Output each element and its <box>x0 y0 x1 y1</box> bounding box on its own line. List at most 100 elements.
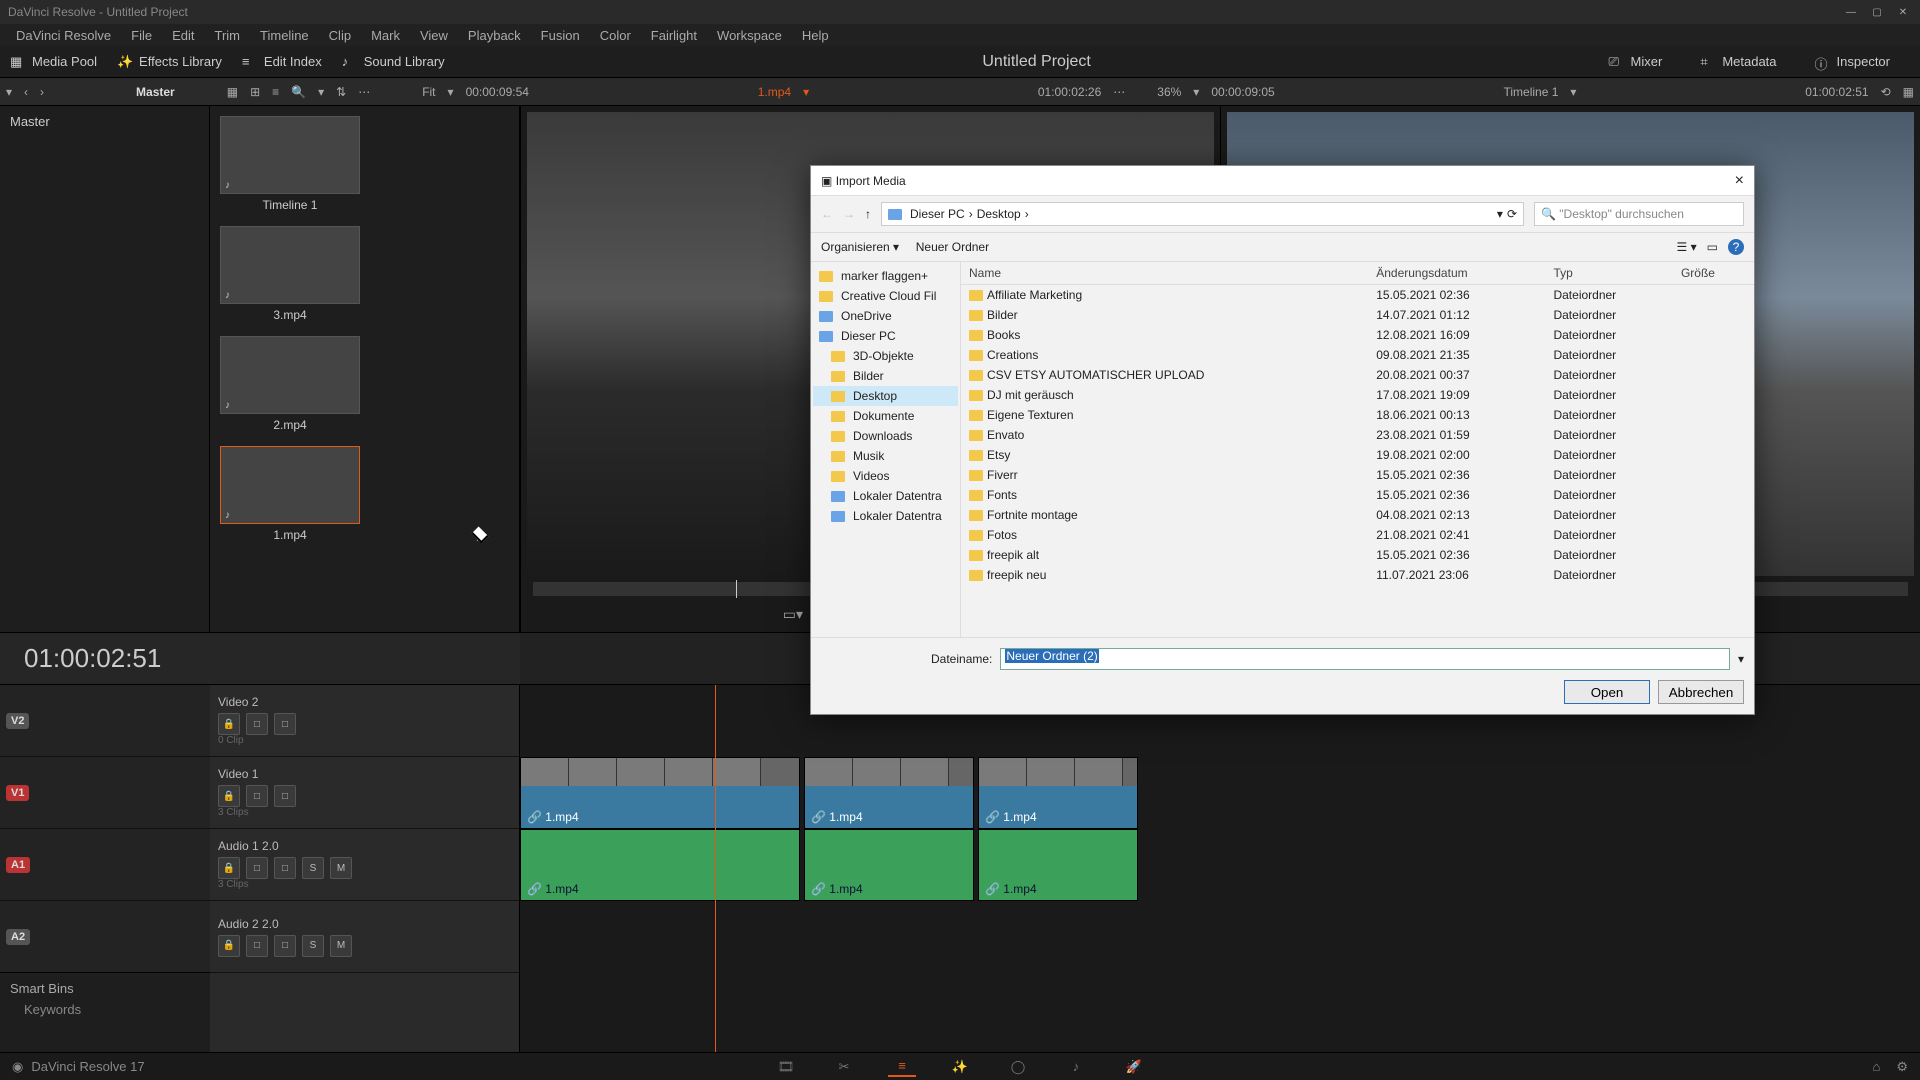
effects-library-button[interactable]: ✨Effects Library <box>117 54 222 70</box>
tree-item[interactable]: Musik <box>813 446 958 466</box>
sound-library-button[interactable]: ♪Sound Library <box>342 54 445 70</box>
track-index[interactable]: A1 <box>0 829 210 901</box>
media-pool-button[interactable]: ▦Media Pool <box>10 54 97 70</box>
nav-forward-icon[interactable]: → <box>843 207 855 221</box>
inspector-button[interactable]: ⓘInspector <box>1815 54 1890 70</box>
file-row[interactable]: Eigene Texturen18.06.2021 00:13Dateiordn… <box>961 405 1754 425</box>
timeline-name[interactable]: Timeline 1 <box>1497 85 1564 99</box>
page-tab[interactable]: 🚀 <box>1120 1057 1148 1077</box>
track-button[interactable]: 🔒 <box>218 857 240 879</box>
mixer-button[interactable]: ⎚Mixer <box>1609 54 1663 70</box>
rec-more-icon[interactable]: ▦ <box>1897 85 1920 99</box>
bin-dropdown[interactable]: ▾ <box>0 85 18 99</box>
help-button[interactable]: ? <box>1728 239 1744 255</box>
track-header[interactable]: Video 1🔒□□3 Clips <box>210 757 519 829</box>
tree-item[interactable]: Dokumente <box>813 406 958 426</box>
file-row[interactable]: Fortnite montage04.08.2021 02:13Dateiord… <box>961 505 1754 525</box>
menu-fusion[interactable]: Fusion <box>531 28 590 43</box>
menu-playback[interactable]: Playback <box>458 28 531 43</box>
tree-item[interactable]: Downloads <box>813 426 958 446</box>
src-more-icon[interactable]: ⋯ <box>1107 85 1131 99</box>
tree-item[interactable]: Videos <box>813 466 958 486</box>
file-row[interactable]: CSV ETSY AUTOMATISCHER UPLOAD20.08.2021 … <box>961 365 1754 385</box>
search-box[interactable]: 🔍 "Desktop" durchsuchen <box>1534 202 1744 226</box>
bin-master[interactable]: Master <box>10 114 199 129</box>
track-button[interactable]: □ <box>274 857 296 879</box>
column-header[interactable]: Typ <box>1545 262 1672 285</box>
bypass-icon[interactable]: ⟲ <box>1875 85 1897 99</box>
audio-clip[interactable]: 🔗 1.mp4 <box>978 829 1138 901</box>
view-mode-button[interactable]: ☰ <box>1677 240 1688 254</box>
sort-icon[interactable]: ⇅ <box>330 85 352 99</box>
file-row[interactable]: Affiliate Marketing15.05.2021 02:36Datei… <box>961 285 1754 306</box>
cancel-button[interactable]: Abbrechen <box>1658 680 1744 704</box>
filename-input[interactable]: Neuer Ordner (2) <box>1000 648 1730 670</box>
close-icon[interactable]: ✕ <box>1894 5 1912 19</box>
refresh-icon[interactable]: ⟳ <box>1507 207 1517 221</box>
clip-thumbnail[interactable]: Timeline 1 <box>220 116 360 212</box>
dialog-close-button[interactable]: × <box>1735 172 1744 190</box>
track-index[interactable]: V1 <box>0 757 210 829</box>
menu-mark[interactable]: Mark <box>361 28 410 43</box>
menu-davinci-resolve[interactable]: DaVinci Resolve <box>6 28 121 43</box>
src-fit[interactable]: Fit <box>416 85 441 99</box>
clip-thumbnail[interactable]: 2.mp4 <box>220 336 360 432</box>
video-clip[interactable]: 🔗 1.mp4 <box>804 757 974 829</box>
file-list[interactable]: NameÄnderungsdatumTypGröße Affiliate Mar… <box>961 262 1754 637</box>
playhead[interactable] <box>715 685 716 1052</box>
clip-grid[interactable]: Timeline 13.mp42.mp41.mp4 <box>210 106 519 632</box>
filename-dropdown-icon[interactable]: ▾ <box>1738 652 1744 666</box>
tree-item[interactable]: Lokaler Datentra <box>813 506 958 526</box>
page-tab[interactable]: 🎞 <box>772 1057 800 1077</box>
new-folder-button[interactable]: Neuer Ordner <box>916 240 989 254</box>
menu-workspace[interactable]: Workspace <box>707 28 792 43</box>
clip-thumbnail[interactable]: 1.mp4 <box>220 446 360 542</box>
page-tab[interactable]: ≡ <box>888 1057 916 1077</box>
tree-item[interactable]: Dieser PC <box>813 326 958 346</box>
audio-clip[interactable]: 🔗 1.mp4 <box>804 829 974 901</box>
track-button[interactable]: S <box>302 935 324 957</box>
file-row[interactable]: Creations09.08.2021 21:35Dateiordner <box>961 345 1754 365</box>
view-thumbs-icon[interactable]: ▦ <box>221 85 244 99</box>
track-header[interactable]: Video 2🔒□□0 Clip <box>210 685 519 757</box>
audio-clip[interactable]: 🔗 1.mp4 <box>520 829 800 901</box>
menu-view[interactable]: View <box>410 28 458 43</box>
tree-item[interactable]: OneDrive <box>813 306 958 326</box>
track-button[interactable]: □ <box>274 935 296 957</box>
folder-tree[interactable]: marker flaggen+Creative Cloud FilOneDriv… <box>811 262 961 637</box>
organize-button[interactable]: Organisieren ▾ <box>821 240 899 254</box>
file-row[interactable]: Envato23.08.2021 01:59Dateiordner <box>961 425 1754 445</box>
menu-file[interactable]: File <box>121 28 162 43</box>
menu-edit[interactable]: Edit <box>162 28 204 43</box>
smart-bin-keywords[interactable]: Keywords <box>10 1002 200 1017</box>
address-bar[interactable]: Dieser PC› Desktop› ▾ ⟳ <box>881 202 1524 226</box>
file-row[interactable]: DJ mit geräusch17.08.2021 19:09Dateiordn… <box>961 385 1754 405</box>
page-tab[interactable]: ✨ <box>946 1057 974 1077</box>
track-index[interactable]: A2 <box>0 901 210 973</box>
file-row[interactable]: freepik alt15.05.2021 02:36Dateiordner <box>961 545 1754 565</box>
menu-help[interactable]: Help <box>792 28 839 43</box>
file-row[interactable]: Books12.08.2021 16:09Dateiordner <box>961 325 1754 345</box>
preview-pane-button[interactable]: ▭ <box>1707 240 1718 254</box>
timeline-timecode[interactable]: 01:00:02:51 <box>0 643 520 674</box>
file-row[interactable]: Etsy19.08.2021 02:00Dateiordner <box>961 445 1754 465</box>
src-clip-name[interactable]: 1.mp4 <box>752 85 797 99</box>
video-clip[interactable]: 🔗 1.mp4 <box>520 757 800 829</box>
minimize-icon[interactable]: — <box>1842 5 1860 19</box>
file-row[interactable]: freepik neu11.07.2021 23:06Dateiordner <box>961 565 1754 585</box>
column-header[interactable]: Änderungsdatum <box>1368 262 1545 285</box>
tree-item[interactable]: Creative Cloud Fil <box>813 286 958 306</box>
menu-fairlight[interactable]: Fairlight <box>641 28 707 43</box>
file-row[interactable]: Fonts15.05.2021 02:36Dateiordner <box>961 485 1754 505</box>
tree-item[interactable]: 3D-Objekte <box>813 346 958 366</box>
metadata-button[interactable]: ⌗Metadata <box>1700 54 1776 70</box>
menu-trim[interactable]: Trim <box>205 28 251 43</box>
video-clip[interactable]: 🔗 1.mp4 <box>978 757 1138 829</box>
open-button[interactable]: Open <box>1564 680 1650 704</box>
track-button[interactable]: □ <box>246 857 268 879</box>
page-tab[interactable]: ◯ <box>1004 1057 1032 1077</box>
track-button[interactable]: □ <box>246 713 268 735</box>
track-button[interactable]: M <box>330 857 352 879</box>
column-header[interactable]: Name <box>961 262 1368 285</box>
column-header[interactable]: Größe <box>1673 262 1754 285</box>
